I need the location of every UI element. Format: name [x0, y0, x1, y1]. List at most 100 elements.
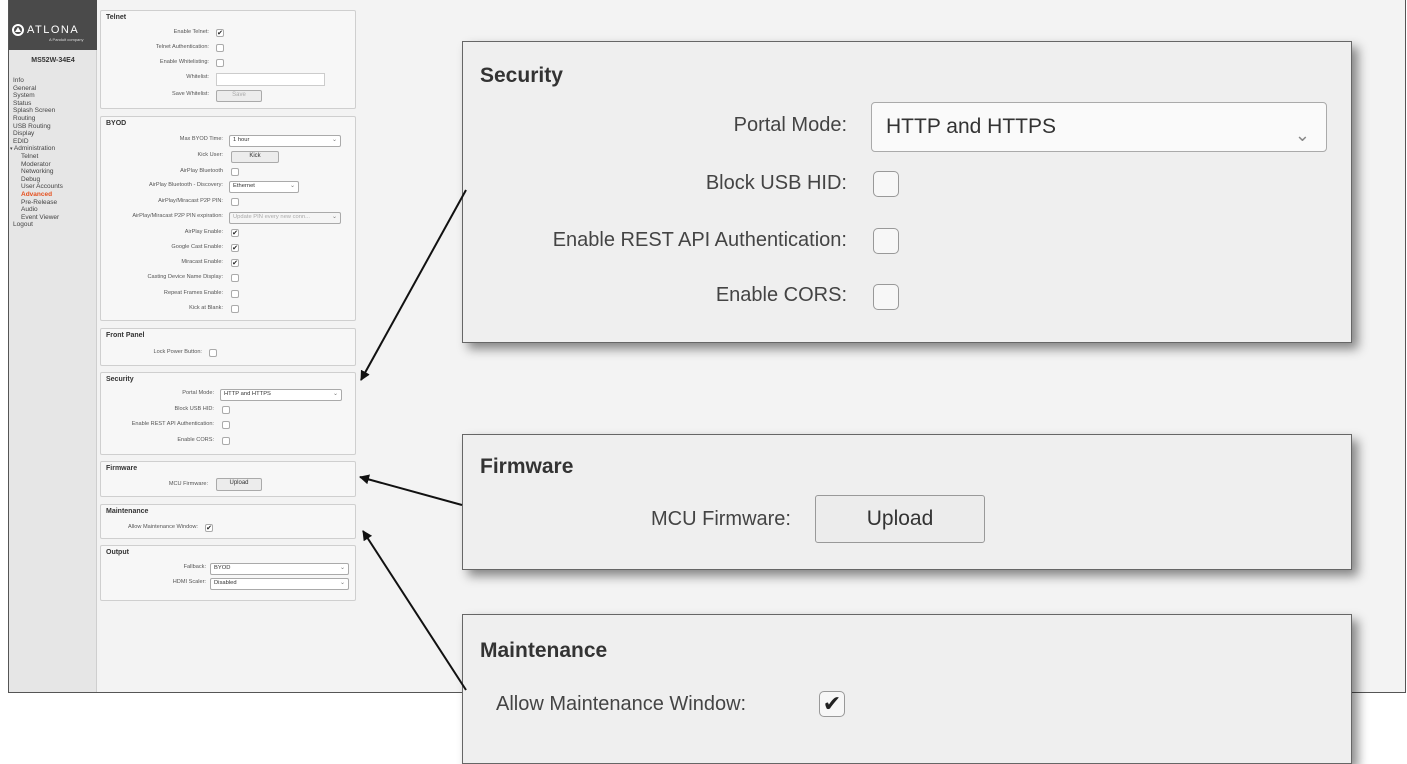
whitelisting-checkbox[interactable]: [216, 59, 224, 67]
allow-maintenance-checkbox[interactable]: ✔: [205, 524, 213, 532]
security-zoom-block-usb-checkbox[interactable]: [873, 171, 899, 197]
chevron-down-icon: ⌄: [289, 183, 295, 189]
kick-button[interactable]: Kick: [231, 151, 279, 163]
airplay-bt-discovery-select[interactable]: Ethernet ⌄: [229, 181, 299, 193]
sidebar-item-audio[interactable]: Audio: [9, 206, 97, 214]
sidebar-item-event-viewer[interactable]: Event Viewer: [9, 214, 97, 222]
maintenance-title: Maintenance: [106, 508, 149, 515]
block-usb-checkbox[interactable]: [222, 406, 230, 414]
airplay-bluetooth-label: AirPlay Bluetooth: [180, 168, 223, 174]
enable-telnet-checkbox[interactable]: ✔: [216, 29, 224, 37]
p2p-pin-expiration-select[interactable]: Update PIN every new conn... ⌄: [229, 212, 341, 224]
sidebar-item-label: System: [13, 92, 35, 100]
p2p-pin-checkbox[interactable]: [231, 198, 239, 206]
chevron-down-icon: ⌄: [331, 137, 337, 143]
firmware-zoom-upload-button[interactable]: Upload: [815, 495, 985, 543]
sidebar-item-moderator[interactable]: Moderator: [9, 161, 97, 169]
sidebar-item-label: Splash Screen: [13, 107, 56, 115]
chevron-down-icon: ⌄: [339, 580, 345, 586]
sidebar-item-networking[interactable]: Networking: [9, 168, 97, 176]
casting-name-checkbox[interactable]: [231, 274, 239, 282]
security-zoom-rest-checkbox[interactable]: [873, 228, 899, 254]
maintenance-zoom-allow-checkbox[interactable]: ✔: [819, 691, 845, 717]
checkmark-icon: ✔: [232, 260, 238, 267]
lock-power-label: Lock Power Button:: [153, 349, 202, 355]
firmware-zoom-callout: Firmware MCU Firmware: Upload: [462, 434, 1352, 570]
rest-auth-checkbox[interactable]: [222, 421, 230, 429]
sidebar-item-display[interactable]: Display: [9, 130, 97, 138]
sidebar-item-pre-release[interactable]: Pre-Release: [9, 199, 97, 207]
sidebar-item-advanced[interactable]: Advanced: [9, 191, 97, 199]
security-zoom-title: Security: [480, 64, 563, 87]
kick-at-blank-checkbox[interactable]: [231, 305, 239, 313]
mcu-firmware-label: MCU Firmware:: [168, 481, 208, 487]
telnet-title: Telnet: [106, 14, 127, 21]
firmware-panel: Firmware MCU Firmware: Upload: [100, 461, 356, 497]
sidebar-item-system[interactable]: System: [9, 92, 97, 100]
telnet-panel: Telnet Enable Telnet: ✔ Telnet Authentic…: [100, 10, 356, 109]
firmware-zoom-title: Firmware: [480, 455, 574, 478]
sidebar-item-debug[interactable]: Debug: [9, 176, 97, 184]
security-zoom-rest-label: Enable REST API Authentication:: [552, 229, 847, 251]
sidebar-item-label: Pre-Release: [21, 198, 58, 206]
max-byod-time-select[interactable]: 1 hour ⌄: [229, 135, 341, 147]
save-whitelist-button[interactable]: Save: [216, 90, 262, 102]
whitelist-input[interactable]: [216, 73, 325, 86]
security-zoom-cors-checkbox[interactable]: [873, 284, 899, 310]
airplay-enable-checkbox[interactable]: ✔: [231, 229, 239, 237]
front-panel-panel: Front Panel Lock Power Button:: [100, 328, 356, 366]
google-cast-checkbox[interactable]: ✔: [231, 244, 239, 252]
sidebar-item-splash-screen[interactable]: Splash Screen: [9, 107, 97, 115]
security-zoom-portal-select[interactable]: HTTP and HTTPS ⌄: [871, 102, 1327, 152]
sidebar-item-label: Audio: [21, 206, 38, 214]
sidebar-item-logout[interactable]: Logout: [9, 221, 97, 229]
fallback-select[interactable]: BYOD ⌄: [210, 563, 349, 575]
sidebar-item-label: Display: [13, 130, 35, 138]
sidebar-item-label: USB Routing: [13, 122, 51, 130]
airplay-enable-label: AirPlay Enable:: [184, 229, 223, 235]
telnet-auth-checkbox[interactable]: [216, 44, 224, 52]
sidebar-item-routing[interactable]: Routing: [9, 115, 97, 123]
sidebar-item-telnet[interactable]: Telnet: [9, 153, 97, 161]
maintenance-zoom-callout: Maintenance Allow Maintenance Window: ✔: [462, 614, 1352, 764]
chevron-down-icon: ⌄: [331, 214, 337, 220]
front-panel-title: Front Panel: [106, 332, 145, 339]
airplay-bluetooth-checkbox[interactable]: [231, 168, 239, 176]
p2p-pin-expiration-value: Update PIN every new conn...: [233, 214, 311, 220]
sidebar-item-label: Telnet: [21, 152, 39, 160]
miracast-checkbox[interactable]: ✔: [231, 259, 239, 267]
sidebar-item-label: Event Viewer: [21, 213, 60, 221]
sidebar-item-label: User Accounts: [21, 183, 63, 191]
hdmi-scaler-select[interactable]: Disabled ⌄: [210, 578, 349, 590]
output-panel: Output Fallback: BYOD ⌄ HDMI Scaler: Disa…: [100, 545, 356, 601]
firmware-zoom-mcu-label: MCU Firmware:: [651, 508, 791, 530]
portal-mode-select[interactable]: HTTP and HTTPS ⌄: [220, 389, 342, 401]
p2p-pin-label: AirPlay/Miracast P2P PIN:: [158, 198, 223, 204]
atlona-logo-icon: [12, 24, 24, 36]
sidebar-item-info[interactable]: Info: [9, 77, 97, 85]
repeat-frames-checkbox[interactable]: [231, 290, 239, 298]
p2p-pin-expiration-label: AirPlay/Miracast P2P PIN expiration:: [132, 213, 223, 219]
lock-power-checkbox[interactable]: [209, 349, 217, 357]
sidebar-item-user-accounts[interactable]: User Accounts: [9, 183, 97, 191]
portal-mode-value: HTTP and HTTPS: [224, 391, 271, 397]
max-byod-time-label: Max BYOD Time:: [179, 136, 223, 142]
sidebar-item-status[interactable]: Status: [9, 100, 97, 108]
miracast-label: Miracast Enable:: [181, 259, 223, 265]
fallback-label: Fallback:: [183, 564, 206, 570]
sidebar-item-administration[interactable]: ▾ Administration: [9, 145, 97, 153]
sidebar-item-label: Debug: [21, 175, 41, 183]
sidebar-item-label: Logout: [13, 221, 33, 229]
logo: ATLONA A Panduit company: [9, 0, 97, 50]
sidebar-item-label: Status: [13, 99, 32, 107]
sidebar-item-edid[interactable]: EDID: [9, 138, 97, 146]
sidebar-item-usb-routing[interactable]: USB Routing: [9, 123, 97, 131]
sidebar-item-general[interactable]: General: [9, 85, 97, 93]
maintenance-zoom-allow-label: Allow Maintenance Window:: [496, 693, 747, 715]
upload-button[interactable]: Upload: [216, 478, 262, 491]
sidebar-item-label: Moderator: [21, 160, 51, 168]
cors-checkbox[interactable]: [222, 437, 230, 445]
security-zoom-portal-value: HTTP and HTTPS: [886, 115, 1056, 138]
hdmi-scaler-value: Disabled: [214, 580, 237, 586]
sidebar-nav: Info General System Status Splash Screen Rout…: [9, 77, 97, 229]
